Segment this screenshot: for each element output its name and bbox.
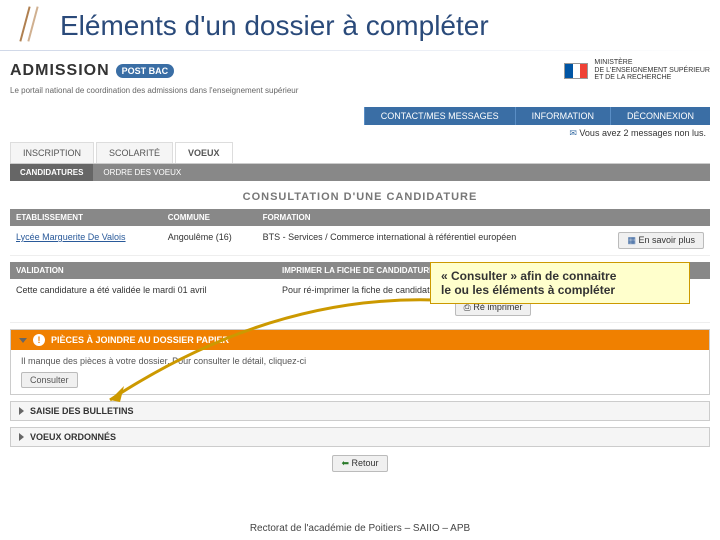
apb-logo: ADMISSION POST BAC (10, 62, 174, 80)
col-formation: FORMATION (257, 209, 710, 226)
panel-voeux-header[interactable]: VOEUX ORDONNÉS (11, 428, 709, 446)
col-commune: COMMUNE (162, 209, 257, 226)
section-title: CONSULTATION D'UNE CANDIDATURE (10, 181, 710, 209)
annotation-arrow-icon (90, 290, 440, 420)
annotation-callout: « Consulter » afin de connaitre le ou le… (430, 262, 690, 304)
tab-voeux[interactable]: VOEUX (175, 142, 233, 163)
chevron-right-icon (19, 433, 24, 441)
nav-top: CONTACT/MES MESSAGES INFORMATION DÉCONNE… (10, 107, 710, 125)
chevron-down-icon (19, 338, 27, 343)
warning-icon: ! (33, 334, 45, 346)
nav-contact[interactable]: CONTACT/MES MESSAGES (364, 107, 515, 125)
ministry-text: MINISTÈRE DE L'ENSEIGNEMENT SUPÉRIEUR ET… (594, 59, 710, 82)
envelope-icon: ✉ (569, 128, 577, 138)
nav-information[interactable]: INFORMATION (515, 107, 610, 125)
back-arrow-icon: ⬅ (341, 458, 349, 468)
etablissement-link[interactable]: Lycée Marguerite De Valois (16, 232, 126, 242)
commune-cell: Angoulême (16) (162, 226, 257, 256)
slide-accent (10, 6, 46, 42)
nav-main: INSCRIPTION SCOLARITÉ VOEUX (10, 142, 710, 164)
chevron-right-icon (19, 407, 24, 415)
consulter-button[interactable]: Consulter (21, 372, 78, 388)
nav-sub: CANDIDATURES ORDRE DES VOEUX (10, 164, 710, 181)
tab-scolarite[interactable]: SCOLARITÉ (96, 142, 173, 163)
logo-postbac-badge: POST BAC (116, 64, 175, 78)
portal-subtitle: Le portail national de coordination des … (10, 86, 710, 95)
slide-footer: Rectorat de l'académie de Poitiers – SAI… (0, 523, 720, 534)
callout-line2: le ou les éléments à compléter (441, 283, 679, 297)
title-underline (0, 50, 720, 51)
formation-cell: BTS - Services / Commerce international … (257, 226, 589, 256)
en-savoir-plus-button[interactable]: ▦ En savoir plus (618, 232, 704, 249)
panel-voeux-title: VOEUX ORDONNÉS (30, 432, 116, 442)
callout-line1: « Consulter » afin de connaitre (441, 269, 679, 283)
unread-messages-row[interactable]: ✉ Vous avez 2 messages non lus. (10, 125, 710, 142)
candidature-table: ETABLISSEMENT COMMUNE FORMATION Lycée Ma… (10, 209, 710, 256)
col-validation: VALIDATION (10, 262, 276, 279)
subtab-candidatures[interactable]: CANDIDATURES (10, 164, 93, 181)
panel-voeux-ordonnes: VOEUX ORDONNÉS (10, 427, 710, 447)
nav-logout[interactable]: DÉCONNEXION (610, 107, 710, 125)
info-icon: ▦ (627, 235, 636, 245)
unread-messages-text: Vous avez 2 messages non lus. (579, 128, 706, 138)
slide-title: Eléments d'un dossier à compléter (0, 0, 720, 50)
france-flag-icon (564, 63, 588, 79)
logo-admission-text: ADMISSION (10, 62, 110, 80)
subtab-ordre-voeux[interactable]: ORDRE DES VOEUX (93, 164, 191, 181)
tab-inscription[interactable]: INSCRIPTION (10, 142, 94, 163)
col-etablissement: ETABLISSEMENT (10, 209, 162, 226)
table-row: Lycée Marguerite De Valois Angoulême (16… (10, 226, 710, 256)
ministry-logo: MINISTÈRE DE L'ENSEIGNEMENT SUPÉRIEUR ET… (564, 59, 710, 82)
retour-button[interactable]: ⬅ Retour (332, 455, 387, 472)
